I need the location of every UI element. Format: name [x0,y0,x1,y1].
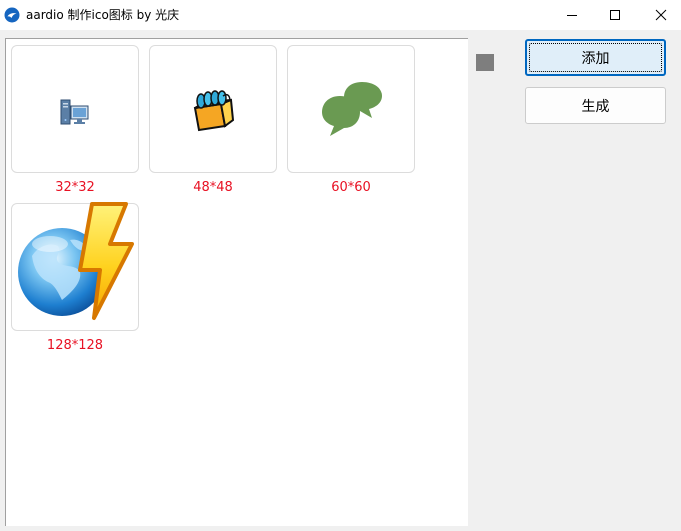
minimize-button[interactable] [549,0,595,30]
window-title: aardio 制作ico图标 by 光庆 [26,8,180,22]
preview-tile-32[interactable] [11,45,139,173]
preview-label-48: 48*48 [193,180,233,195]
preview-label-32: 32*32 [55,180,95,195]
close-icon [655,9,667,21]
computer-icon [60,99,89,125]
maximize-button[interactable] [592,0,638,30]
preview-label-60: 60*60 [331,180,371,195]
title-bar[interactable]: aardio 制作ico图标 by 光庆 [0,0,681,30]
preview-tile-48[interactable] [149,45,277,173]
maximize-icon [610,10,620,20]
add-button[interactable]: 添加 [525,39,666,76]
preview-label-128: 128*128 [46,338,104,353]
chat-bubbles-icon [322,82,382,136]
aardio-logo-icon [4,7,20,23]
generate-button[interactable]: 生成 [525,87,666,124]
close-button[interactable] [638,0,681,30]
minimize-icon [567,15,577,16]
globe-lightning-icon [18,202,134,320]
preview-tile-128[interactable] [11,202,139,331]
color-swatch[interactable] [476,54,494,71]
icon-preview-panel: 32*32 48*48 60*60 128*128 [5,38,468,526]
box-icon [193,90,235,132]
preview-tile-60[interactable] [287,45,415,173]
